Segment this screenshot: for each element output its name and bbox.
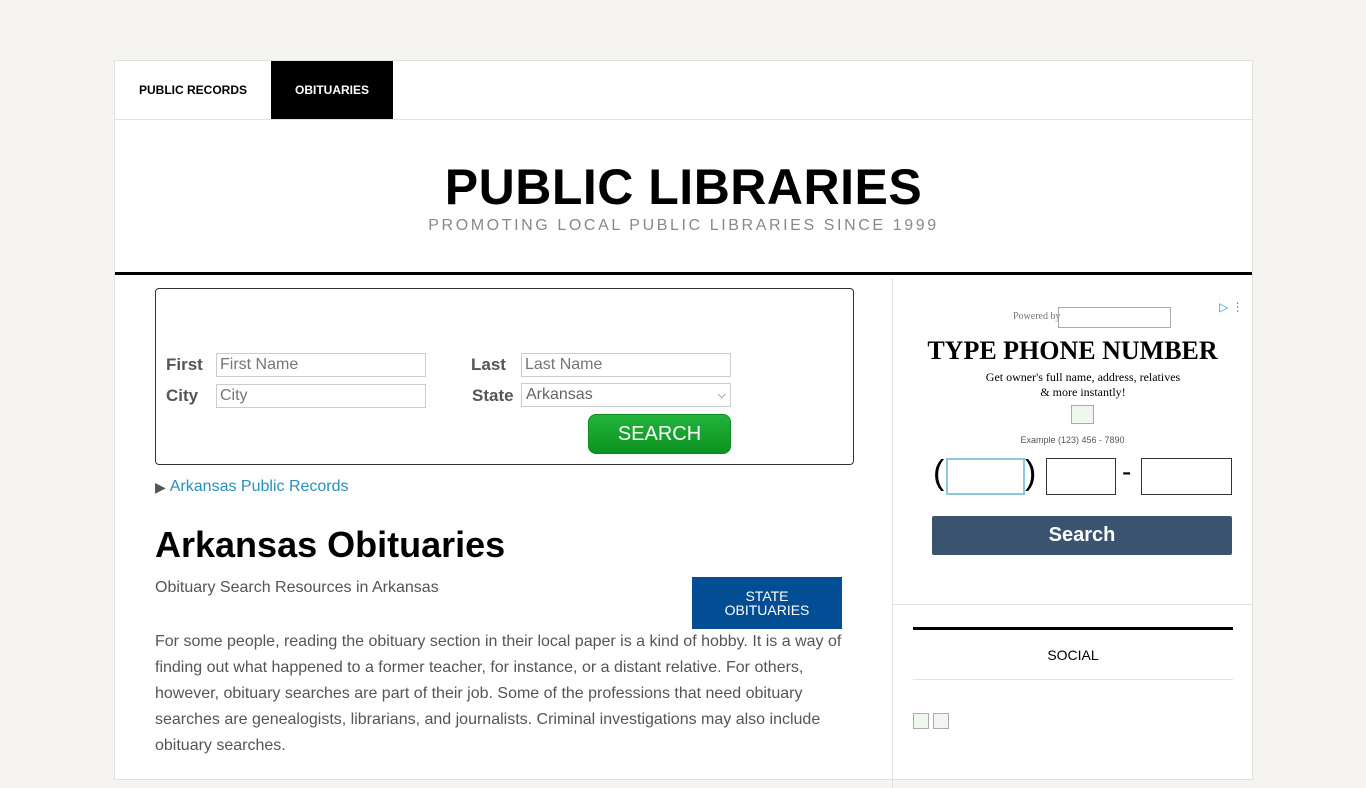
state-label: State <box>472 386 514 405</box>
social-widget: SOCIAL <box>913 627 1233 729</box>
social-title: SOCIAL <box>913 630 1233 680</box>
site-title[interactable]: PUBLIC LIBRARIES <box>115 158 1252 216</box>
ad-close-paren: ) <box>1025 454 1037 492</box>
social-icon-2[interactable] <box>933 713 949 729</box>
site-tagline: PROMOTING LOCAL PUBLIC LIBRARIES SINCE 1… <box>428 217 939 234</box>
page-container: PUBLIC RECORDS OBITUARIES PUBLIC LIBRARI… <box>114 60 1253 788</box>
masthead: PUBLIC LIBRARIES PROMOTING LOCAL PUBLIC … <box>115 120 1252 275</box>
article-paragraph: For some people, reading the obituary se… <box>155 633 842 754</box>
ad-description-line1: Get owner's full name, address, relative… <box>985 370 1181 384</box>
ad-image-icon <box>1071 405 1094 424</box>
sidebar: Powered by ▷ ⋮ TYPE PHONE NUMBER Get own… <box>892 278 1252 788</box>
public-records-link-text[interactable]: Arkansas Public Records <box>170 478 349 496</box>
ad-choices-icon[interactable]: ▷ ⋮ <box>1219 300 1244 314</box>
ad-description: Get owner's full name, address, relative… <box>963 370 1203 400</box>
public-records-link[interactable]: ▶ Arkansas Public Records <box>155 478 349 496</box>
social-icon-1[interactable] <box>913 713 929 729</box>
ad-description-line2: & more instantly! <box>1040 385 1126 399</box>
area-code-input[interactable] <box>946 458 1025 495</box>
top-navigation: PUBLIC RECORDS OBITUARIES <box>115 61 1252 120</box>
state-select-value: Arkansas <box>526 386 593 403</box>
page-subtitle: Obituary Search Resources in Arkansas <box>155 579 439 596</box>
ad-open-paren: ( <box>933 454 945 492</box>
state-obituaries-button[interactable]: STATE OBITUARIES <box>692 577 842 629</box>
people-search-form: First Last City State Arkansas ⌵ SEARCH <box>155 288 854 465</box>
phone-lookup-ad: Powered by ▷ ⋮ TYPE PHONE NUMBER Get own… <box>893 278 1252 605</box>
state-select[interactable]: Arkansas ⌵ <box>521 383 731 407</box>
state-obituaries-button-label: STATE OBITUARIES <box>724 588 810 618</box>
phone-prefix-input[interactable] <box>1046 458 1116 495</box>
nav-public-records[interactable]: PUBLIC RECORDS <box>115 61 271 119</box>
city-label: City <box>166 386 199 405</box>
triangle-right-icon: ▶ <box>155 478 166 495</box>
city-input[interactable] <box>216 384 426 408</box>
last-name-input[interactable] <box>521 353 731 377</box>
page-heading: Arkansas Obituaries <box>155 524 506 565</box>
ad-powered-by: Powered by <box>1013 311 1061 322</box>
nav-obituaries[interactable]: OBITUARIES <box>271 61 394 119</box>
ad-title[interactable]: TYPE PHONE NUMBER <box>893 336 1252 366</box>
chevron-down-icon: ⌵ <box>717 388 726 401</box>
phone-line-input[interactable] <box>1141 458 1232 495</box>
first-name-input[interactable] <box>216 353 426 377</box>
ad-example-text: Example (123) 456 - 7890 <box>1020 435 1125 445</box>
search-button[interactable]: SEARCH <box>588 414 731 454</box>
ad-search-button[interactable]: Search <box>932 516 1232 555</box>
last-name-label: Last <box>471 355 506 374</box>
first-name-label: First <box>166 355 203 374</box>
ad-logo-image <box>1058 307 1171 328</box>
ad-dash: - <box>1122 456 1132 487</box>
